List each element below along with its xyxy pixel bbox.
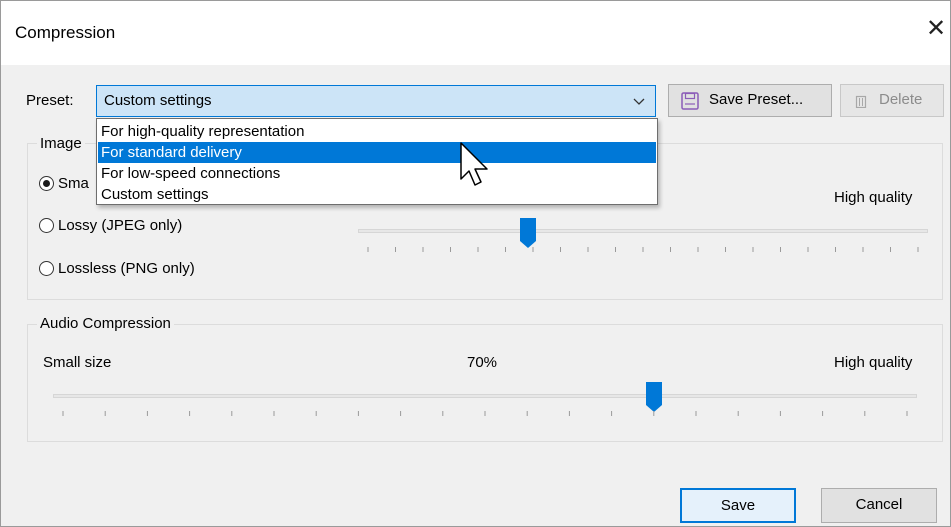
audio-compression-title: Audio Compression	[37, 315, 174, 332]
preset-dropdown[interactable]: Custom settings	[96, 85, 656, 117]
floppy-disk-icon	[681, 92, 699, 110]
dialog-title: Compression	[15, 23, 116, 42]
image-compression-title: Image	[37, 135, 85, 152]
image-quality-slider-track[interactable]	[358, 229, 928, 233]
dropdown-option[interactable]: For low-speed connections	[98, 163, 656, 184]
preset-label: Preset:	[26, 92, 74, 109]
audio-slider-thumb[interactable]	[645, 381, 663, 413]
trash-icon	[855, 95, 867, 108]
dropdown-option[interactable]: For high-quality representation	[98, 121, 656, 142]
compression-dialog: Compression ✕ Preset: Custom settings Sa…	[0, 0, 951, 527]
delete-label: Delete	[879, 91, 923, 108]
image-high-quality-label: High quality	[834, 189, 913, 206]
audio-small-size-label: Small size	[43, 354, 112, 371]
dropdown-option-label: For standard delivery	[101, 144, 242, 161]
chevron-down-icon	[633, 98, 645, 105]
image-quality-slider-thumb[interactable]	[519, 217, 537, 249]
mouse-cursor-icon	[460, 142, 488, 186]
preset-dropdown-list: For high-quality representation For stan…	[96, 118, 658, 205]
cancel-button[interactable]: Cancel	[821, 488, 937, 523]
delete-preset-button[interactable]: Delete	[840, 84, 944, 117]
radio-lossy[interactable]: Lossy (JPEG only)	[39, 217, 182, 234]
dropdown-option-label: Custom settings	[101, 186, 209, 203]
dropdown-option[interactable]: Custom settings	[98, 184, 656, 205]
save-button[interactable]: Save	[680, 488, 796, 523]
audio-slider-ticks	[62, 411, 908, 416]
radio-small-size-button[interactable]	[39, 176, 54, 191]
radio-lossless-button[interactable]	[39, 261, 54, 276]
save-button-label: Save	[720, 497, 756, 514]
radio-small-size[interactable]: Sma	[39, 175, 89, 192]
audio-slider-track[interactable]	[53, 394, 917, 398]
audio-high-quality-label: High quality	[834, 354, 913, 371]
dropdown-option-label: For high-quality representation	[101, 123, 305, 140]
cancel-button-label: Cancel	[855, 496, 903, 513]
radio-small-size-label: Sma	[58, 175, 89, 192]
radio-lossy-label: Lossy (JPEG only)	[58, 217, 183, 234]
radio-lossless[interactable]: Lossless (PNG only)	[39, 260, 195, 277]
dropdown-option-label: For low-speed connections	[101, 165, 281, 182]
preset-selected-value: Custom settings	[104, 92, 212, 109]
audio-compression-group	[27, 324, 943, 442]
image-slider-ticks	[367, 247, 919, 252]
audio-value-label: 70%	[467, 354, 498, 371]
radio-lossless-label: Lossless (PNG only)	[58, 260, 195, 277]
dropdown-option-highlighted[interactable]: For standard delivery	[98, 142, 656, 163]
radio-lossy-button[interactable]	[39, 218, 54, 233]
save-preset-button[interactable]: Save Preset...	[668, 84, 832, 117]
save-preset-label: Save Preset...	[709, 91, 804, 108]
title-bar: Compression ✕	[1, 1, 950, 65]
close-icon[interactable]: ✕	[926, 17, 946, 41]
